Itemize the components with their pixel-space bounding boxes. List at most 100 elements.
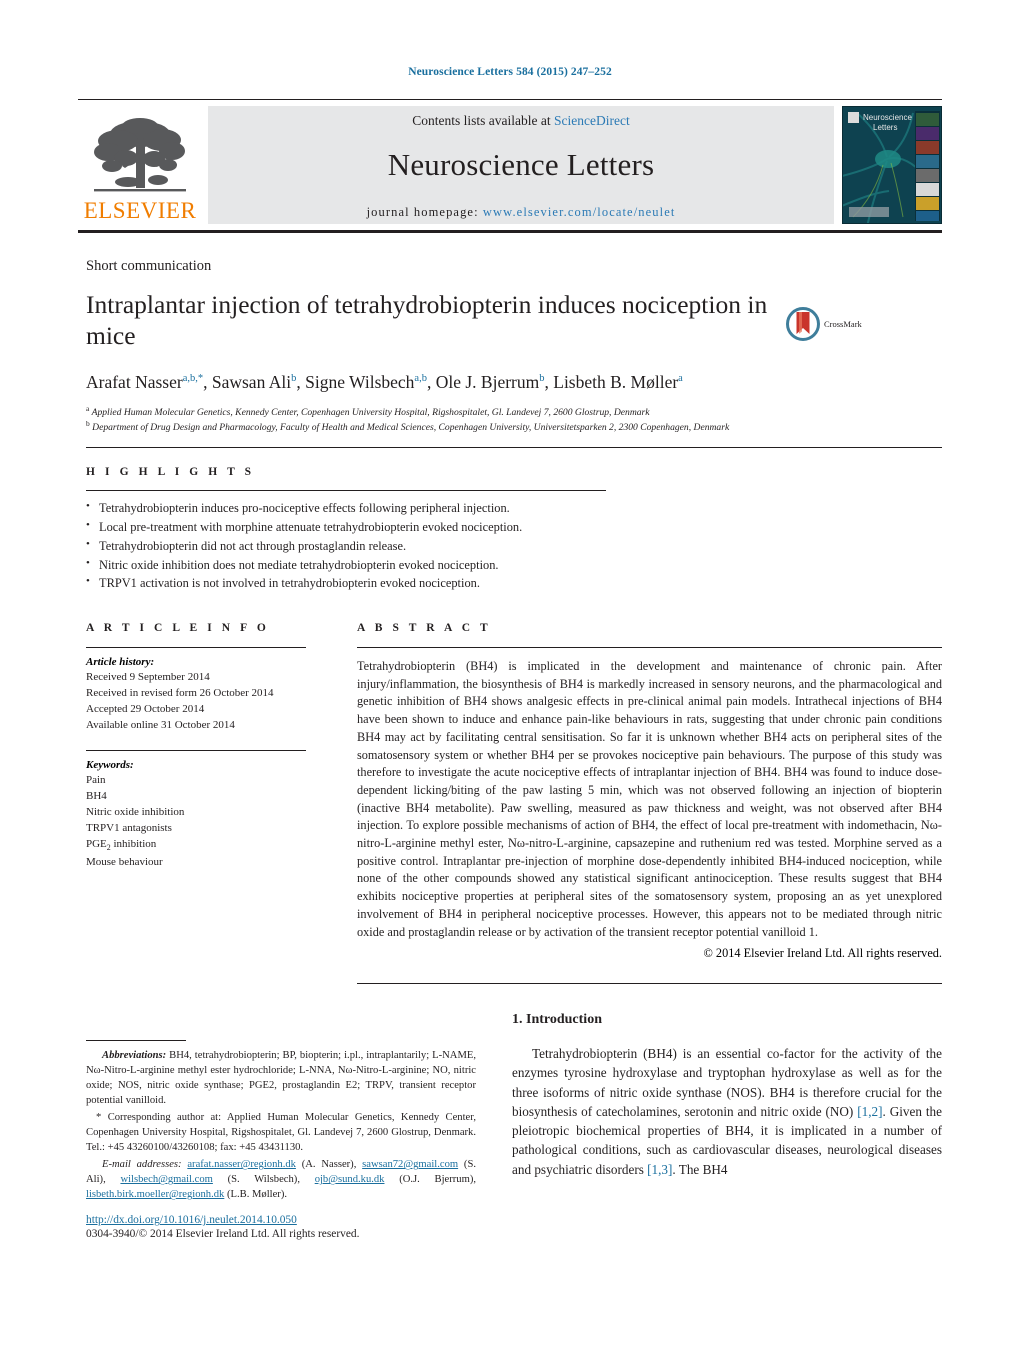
keyword-item: PGE2 inhibition (86, 838, 157, 853)
keyword-item: Mouse behaviour (86, 856, 163, 869)
intro-text-part3: . The BH4 (672, 1161, 728, 1177)
abstract-rule (357, 647, 942, 648)
introduction-heading: 1. Introduction (512, 1012, 602, 1027)
elsevier-wordmark: ELSEVIER (83, 198, 197, 223)
introduction-paragraph: Tetrahydrobiopterin (BH4) is an essentia… (512, 1044, 942, 1179)
history-item: Received 9 September 2014 (86, 671, 210, 683)
email-link[interactable]: ojb@sund.ku.dk (315, 1174, 385, 1185)
author-item: Lisbeth B. Møllera (553, 372, 683, 392)
highlights-section: H I G H L I G H T S Tetrahydrobiopterin … (86, 466, 606, 593)
introduction-column: 1. Introduction Tetrahydrobiopterin (BH4… (512, 1012, 942, 1179)
email-note: E-mail addresses: arafat.nasser@regionh.… (86, 1159, 477, 1201)
doi-link[interactable]: http://dx.doi.org/10.1016/j.neulet.2014.… (86, 1214, 476, 1226)
keyword-item: Pain (86, 773, 106, 786)
affiliation-list: a Applied Human Molecular Genetics, Kenn… (86, 404, 942, 435)
author-affil-marker: a,b (414, 373, 427, 385)
affiliation-item: a Applied Human Molecular Genetics, Kenn… (86, 404, 942, 419)
abstract-section: A B S T R A C T Tetrahydrobiopterin (BH4… (357, 622, 942, 985)
history-item: Received in revised form 26 October 2014 (86, 687, 274, 700)
abbreviations-label: Abbreviations: (102, 1050, 167, 1061)
contents-available-line: Contents lists available at ScienceDirec… (412, 113, 629, 129)
keyword-item: Nitric oxide inhibition (86, 805, 185, 818)
elsevier-tree-icon (94, 118, 186, 192)
masthead-bottom-rule (78, 230, 942, 233)
email-link[interactable]: lisbeth.birk.moeller@regionh.dk (86, 1189, 224, 1200)
author-affil-marker: a (678, 373, 683, 385)
highlights-rule (86, 490, 606, 491)
author-name: Lisbeth B. Møller (553, 372, 679, 393)
abstract-bottom-rule (357, 983, 942, 985)
article-header: Short communication Intraplantar injecti… (86, 258, 942, 448)
author-affil-marker: b (291, 373, 297, 385)
affiliation-marker: a (86, 403, 90, 413)
highlights-list: Tetrahydrobiopterin induces pro-nocicept… (86, 498, 606, 593)
article-info-rule (86, 647, 306, 648)
history-item: Available online 31 October 2014 (86, 719, 235, 732)
affiliation-text: Department of Drug Design and Pharmacolo… (92, 422, 730, 434)
email-owner: (O.J. Bjerrum) (399, 1174, 474, 1186)
keywords-rule (86, 749, 306, 751)
cover-artwork-icon: Neuroscience Letters (843, 107, 941, 223)
affiliation-marker: b (86, 419, 90, 429)
email-owner: (L.B. Møller) (226, 1189, 285, 1201)
author-item: Sawsan Alib (212, 372, 297, 392)
abbreviations-note: Abbreviations: BH4, tetrahydrobiopterin;… (86, 1048, 476, 1108)
email-label: E-mail addresses: (102, 1159, 182, 1171)
author-name: Arafat Nasser (86, 372, 183, 393)
journal-title: Neuroscience Letters (387, 146, 655, 182)
affiliation-text: Applied Human Molecular Genetics, Kenned… (91, 407, 650, 419)
email-owner: (A. Nasser) (301, 1159, 354, 1171)
keywords-label: Keywords: (86, 758, 134, 771)
author-name: Signe Wilsbech (305, 372, 415, 393)
article-head-rule (86, 446, 942, 448)
elsevier-logo: ELSEVIER (78, 106, 202, 224)
citation-ref[interactable]: [1,2] (857, 1104, 882, 1119)
list-item: TRPV1 activation is not involved in tetr… (86, 573, 606, 593)
author-list: Arafat Nassera,b,*, Sawsan Alib, Signe W… (86, 372, 683, 393)
author-affil-marker: b (539, 373, 545, 385)
email-link[interactable]: sawsan72@gmail.com (362, 1159, 458, 1170)
crossmark-badge[interactable]: CrossMark (786, 307, 882, 341)
journal-homepage-line: journal homepage: www.elsevier.com/locat… (367, 205, 676, 220)
journal-cover-thumbnail: Neuroscience Letters (842, 106, 942, 224)
abstract-text: Tetrahydrobiopterin (BH4) is implicated … (357, 659, 942, 939)
author-item: Signe Wilsbecha,b (305, 372, 427, 392)
contents-prefix: Contents lists available at (412, 112, 554, 128)
running-head: Neuroscience Letters 584 (2015) 247–252 (408, 66, 612, 78)
keyword-item: BH4 (86, 789, 107, 802)
journal-band: Contents lists available at ScienceDirec… (208, 106, 834, 224)
corresponding-author-note: * Corresponding author at: Applied Human… (86, 1110, 476, 1155)
article-info-section: A R T I C L E I N F O Article history: R… (86, 622, 306, 870)
email-link[interactable]: wilsbech@gmail.com (120, 1174, 212, 1185)
svg-text:Letters: Letters (873, 123, 897, 132)
homepage-prefix: journal homepage: (366, 204, 483, 219)
keyword-item: TRPV1 antagonists (86, 822, 172, 835)
journal-masthead: ELSEVIER Contents lists available at Sci… (78, 99, 942, 233)
author-item: Ole J. Bjerrumb (436, 372, 545, 392)
list-item: Local pre-treatment with morphine attenu… (86, 517, 606, 537)
homepage-url-link[interactable]: www.elsevier.com/locate/neulet (483, 205, 676, 219)
citation-ref[interactable]: [1,3] (647, 1162, 672, 1177)
author-name: Sawsan Ali (211, 372, 292, 393)
page-title: Intraplantar injection of tetrahydrobiop… (86, 290, 768, 351)
corresponding-marker: * (96, 1112, 102, 1124)
highlights-label: H I G H L I G H T S (86, 466, 255, 478)
masthead-top-rule (78, 99, 942, 100)
email-link[interactable]: arafat.nasser@regionh.dk (187, 1159, 296, 1170)
list-item: Nitric oxide inhibition does not mediate… (86, 555, 606, 575)
crossmark-label: CrossMark (824, 319, 862, 329)
article-info-label: A R T I C L E I N F O (86, 622, 270, 634)
author-affil-marker: a,b,* (182, 373, 204, 385)
issn-copyright-line: 0304-3940/© 2014 Elsevier Ireland Ltd. A… (86, 1228, 360, 1241)
author-item: Arafat Nassera,b,* (86, 372, 203, 392)
sciencedirect-link[interactable]: ScienceDirect (554, 113, 630, 128)
article-history-label: Article history: (86, 656, 155, 668)
list-item: Tetrahydrobiopterin did not act through … (86, 536, 606, 556)
footnotes-column: Abbreviations: BH4, tetrahydrobiopterin;… (86, 1040, 476, 1240)
list-item: Tetrahydrobiopterin induces pro-nocicept… (86, 498, 606, 518)
svg-text:Neuroscience: Neuroscience (863, 113, 912, 122)
history-item: Accepted 29 October 2014 (86, 703, 205, 716)
corresponding-text: Corresponding author at: Applied Human M… (86, 1112, 476, 1154)
abstract-copyright: © 2014 Elsevier Ireland Ltd. All rights … (703, 946, 942, 961)
abstract-label: A B S T R A C T (357, 622, 492, 634)
